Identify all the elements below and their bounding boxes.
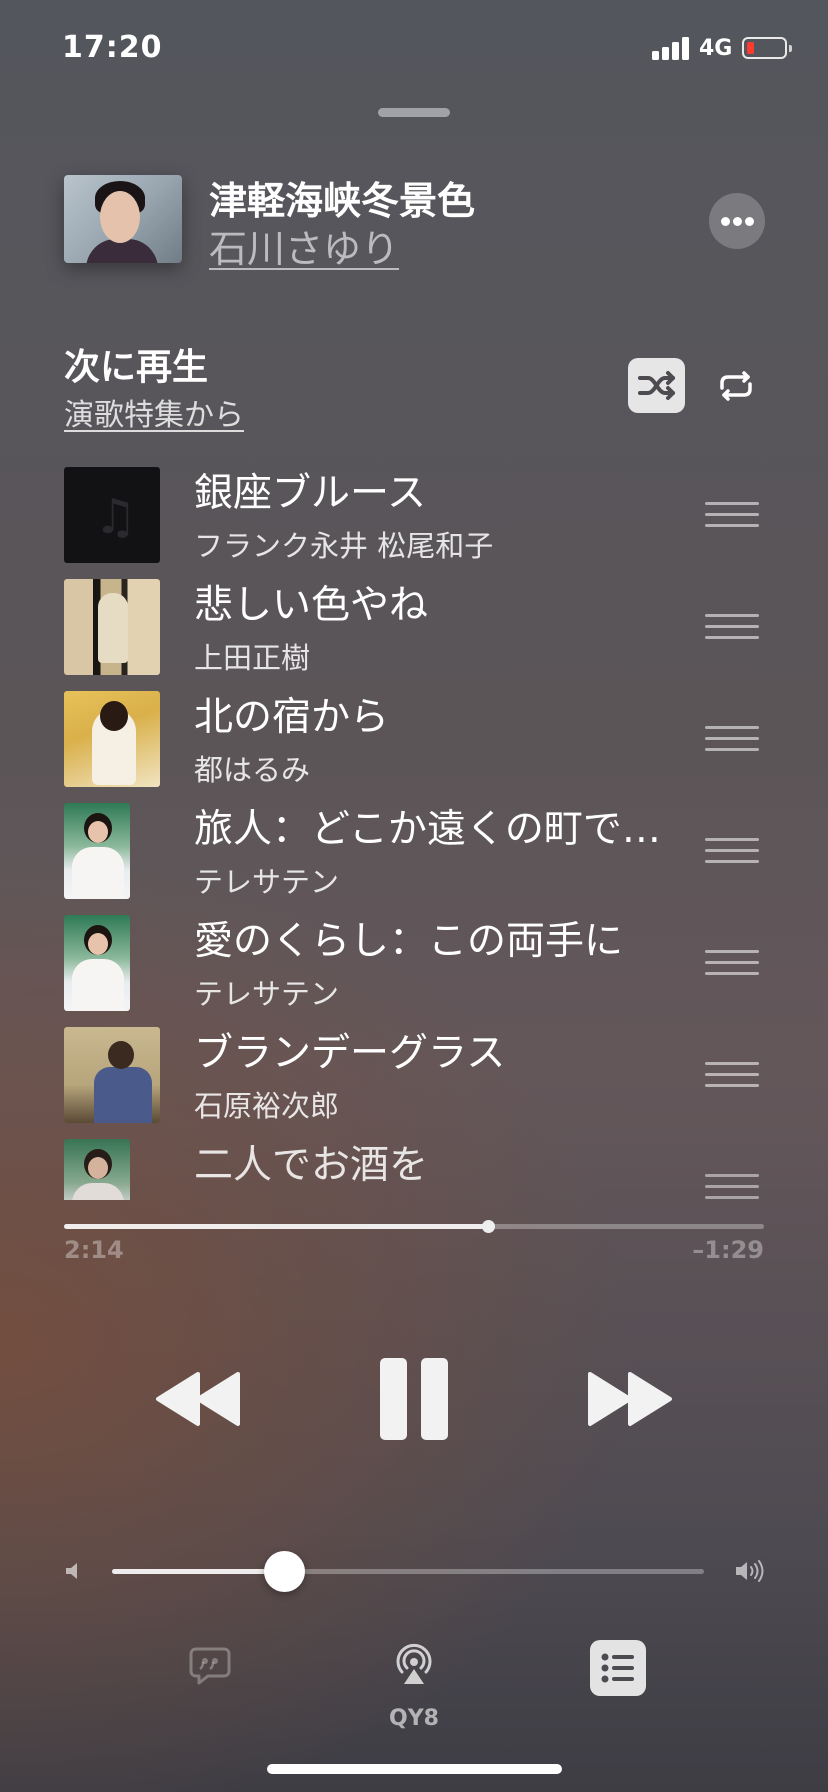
- album-art: [64, 915, 130, 1011]
- album-art: [64, 579, 160, 675]
- battery-icon: [742, 37, 792, 59]
- airplay-device-label: QY8: [389, 1706, 439, 1731]
- volume-fill: [112, 1569, 284, 1574]
- song-title: 二人でお酒を: [194, 1143, 429, 1188]
- playback-scrubber-knob[interactable]: [482, 1220, 496, 1233]
- song-title: 悲しい色やね: [194, 583, 429, 628]
- list-item[interactable]: 愛のくらし：この両手に テレサテン: [64, 904, 764, 1016]
- shuffle-button[interactable]: [628, 358, 685, 413]
- album-art: [64, 691, 160, 787]
- rewind-button[interactable]: [154, 1370, 244, 1428]
- lyrics-quote-icon: [189, 1647, 231, 1685]
- song-title: 銀座ブルース: [194, 471, 427, 516]
- up-next-list[interactable]: ♫ 銀座ブルース フランク永井 松尾和子 悲しい色やね 上田正樹 北の宿から 都…: [64, 456, 764, 1200]
- sheet-grabber[interactable]: [378, 108, 450, 117]
- volume-knob[interactable]: [263, 1551, 305, 1592]
- now-playing-artist-link[interactable]: 石川さゆり: [209, 218, 399, 273]
- album-art: ♫: [64, 467, 160, 563]
- shuffle-icon: [638, 371, 675, 400]
- rewind-icon: [156, 1372, 240, 1426]
- list-item[interactable]: ブランデーグラス 石原裕次郎: [64, 1016, 764, 1128]
- repeat-icon: [720, 371, 752, 401]
- album-art: [64, 1139, 130, 1200]
- song-artist: 石原裕次郎: [194, 1089, 340, 1123]
- airplay-audio-icon: [396, 1643, 432, 1684]
- song-artist: フランク永井 松尾和子: [194, 529, 494, 563]
- song-artist: 上田正樹: [194, 641, 311, 675]
- list-icon: [601, 1653, 634, 1683]
- cellular-signal-icon: [652, 36, 692, 60]
- song-title: 北の宿から: [194, 695, 390, 740]
- reorder-handle-icon[interactable]: [705, 950, 759, 976]
- album-art: [64, 1027, 160, 1123]
- list-item[interactable]: 北の宿から 都はるみ: [64, 680, 764, 792]
- queue-button[interactable]: [590, 1640, 646, 1696]
- volume-max-icon: [734, 1558, 764, 1584]
- now-playing-artwork[interactable]: [64, 175, 182, 263]
- now-playing-title: 津軽海峡冬景色: [209, 179, 476, 223]
- more-options-button[interactable]: [709, 193, 765, 249]
- song-artist: テレサテン: [194, 865, 340, 899]
- song-title: 愛のくらし：この両手に: [194, 919, 624, 964]
- up-next-heading: 次に再生: [64, 347, 209, 388]
- list-item[interactable]: 旅人：どこか遠くの町で… テレサテン: [64, 792, 764, 904]
- album-art: [64, 803, 130, 899]
- volume-slider[interactable]: [112, 1551, 704, 1592]
- lyrics-button[interactable]: [188, 1645, 232, 1687]
- list-item[interactable]: 悲しい色やね 上田正樹: [64, 568, 764, 680]
- list-item[interactable]: ♫ 銀座ブルース フランク永井 松尾和子: [64, 456, 764, 568]
- reorder-handle-icon[interactable]: [705, 502, 759, 528]
- elapsed-time: 2:14: [64, 1236, 124, 1264]
- pause-icon: [380, 1358, 407, 1440]
- volume-min-icon: [64, 1560, 84, 1582]
- fast-forward-button[interactable]: [584, 1370, 674, 1428]
- reorder-handle-icon[interactable]: [705, 1062, 759, 1088]
- fast-forward-icon: [588, 1372, 672, 1426]
- reorder-handle-icon[interactable]: [705, 838, 759, 864]
- pause-button[interactable]: [380, 1358, 448, 1440]
- music-note-icon: ♫: [94, 489, 138, 545]
- song-artist: 都はるみ: [194, 753, 311, 787]
- song-title: 旅人：どこか遠くの町で…: [194, 807, 661, 852]
- remaining-time: –1:29: [692, 1236, 764, 1264]
- reorder-handle-icon[interactable]: [705, 614, 759, 640]
- playback-scrubber[interactable]: [64, 1220, 764, 1233]
- repeat-button[interactable]: [712, 364, 760, 408]
- reorder-handle-icon[interactable]: [705, 726, 759, 752]
- network-type: 4G: [699, 36, 733, 61]
- status-time: 17:20: [62, 30, 163, 65]
- home-indicator[interactable]: [267, 1764, 562, 1774]
- list-item[interactable]: 二人でお酒を: [64, 1128, 764, 1200]
- reorder-handle-icon[interactable]: [705, 1174, 759, 1200]
- up-next-source-link[interactable]: 演歌特集から: [64, 390, 244, 434]
- song-artist: テレサテン: [194, 977, 340, 1011]
- playback-progress-fill: [64, 1224, 489, 1229]
- more-icon: [721, 217, 730, 226]
- airplay-button[interactable]: [393, 1642, 435, 1688]
- song-title: ブランデーグラス: [194, 1031, 506, 1076]
